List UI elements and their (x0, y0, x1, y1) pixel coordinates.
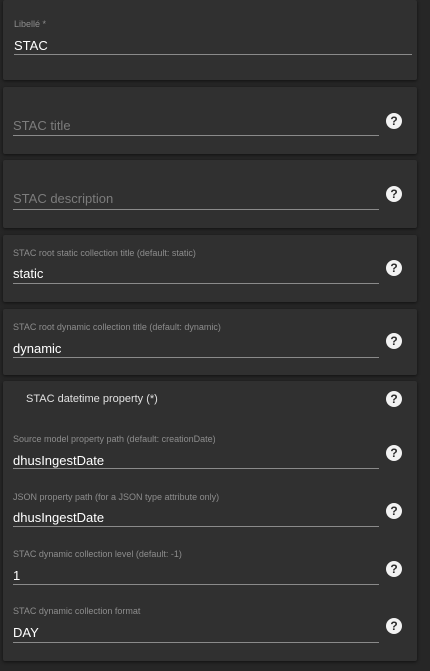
stac-description-underline (13, 209, 379, 210)
format-help-icon[interactable]: ? (386, 618, 402, 634)
dynamic-title-input[interactable]: dynamic (13, 341, 61, 356)
format-field[interactable]: STAC dynamic collection format DAY (13, 606, 379, 646)
dynamic-title-underline (13, 357, 379, 358)
stac-title-field[interactable]: STAC title (13, 107, 379, 137)
static-title-card: STAC root static collection title (defau… (3, 235, 417, 302)
level-help-icon[interactable]: ? (386, 561, 402, 577)
dynamic-title-label: STAC root dynamic collection title (defa… (13, 322, 221, 332)
libelle-label: Libellé * (14, 19, 47, 29)
source-path-help-icon[interactable]: ? (386, 445, 402, 461)
json-path-field[interactable]: JSON property path (for a JSON type attr… (13, 491, 379, 531)
stac-title-input[interactable]: STAC title (13, 118, 71, 133)
static-title-input[interactable]: static (13, 266, 43, 281)
libelle-card: Libellé * STAC (3, 0, 417, 80)
dynamic-title-card: STAC root dynamic collection title (defa… (3, 309, 417, 375)
static-title-underline (13, 283, 379, 284)
static-title-label: STAC root static collection title (defau… (13, 248, 196, 258)
source-path-label: Source model property path (default: cre… (13, 434, 216, 444)
stac-title-card: STAC title ? (3, 87, 417, 154)
json-path-input[interactable]: dhusIngestDate (13, 510, 104, 525)
libelle-field[interactable]: Libellé * STAC (14, 16, 412, 56)
stac-description-input[interactable]: STAC description (13, 191, 113, 206)
libelle-input[interactable]: STAC (14, 38, 48, 53)
stac-title-underline (13, 135, 379, 136)
dynamic-title-field[interactable]: STAC root dynamic collection title (defa… (13, 321, 379, 361)
format-label: STAC dynamic collection format (13, 606, 141, 616)
datetime-help-icon[interactable]: ? (386, 391, 402, 407)
stac-title-help-icon[interactable]: ? (386, 113, 402, 129)
level-input[interactable]: 1 (13, 568, 20, 583)
stac-description-field[interactable]: STAC description (13, 180, 379, 210)
libelle-underline (14, 54, 412, 55)
json-path-label: JSON property path (for a JSON type attr… (13, 492, 220, 502)
static-title-field[interactable]: STAC root static collection title (defau… (13, 247, 379, 287)
source-path-input[interactable]: dhusIngestDate (13, 453, 104, 468)
json-path-help-icon[interactable]: ? (386, 503, 402, 519)
level-label: STAC dynamic collection level (default: … (13, 549, 182, 559)
datetime-card: STAC datetime property (*) ? Source mode… (3, 381, 417, 661)
level-field[interactable]: STAC dynamic collection level (default: … (13, 548, 379, 588)
source-path-field[interactable]: Source model property path (default: cre… (13, 433, 379, 473)
dynamic-title-help-icon[interactable]: ? (386, 333, 402, 349)
static-title-help-icon[interactable]: ? (386, 260, 402, 276)
level-underline (13, 584, 379, 585)
source-path-underline (13, 468, 379, 469)
stac-description-help-icon[interactable]: ? (386, 186, 402, 202)
datetime-section-title: STAC datetime property (*) (26, 393, 158, 405)
format-input[interactable]: DAY (13, 625, 39, 640)
format-underline (13, 642, 379, 643)
json-path-underline (13, 526, 379, 527)
stac-description-card: STAC description ? (3, 160, 417, 228)
